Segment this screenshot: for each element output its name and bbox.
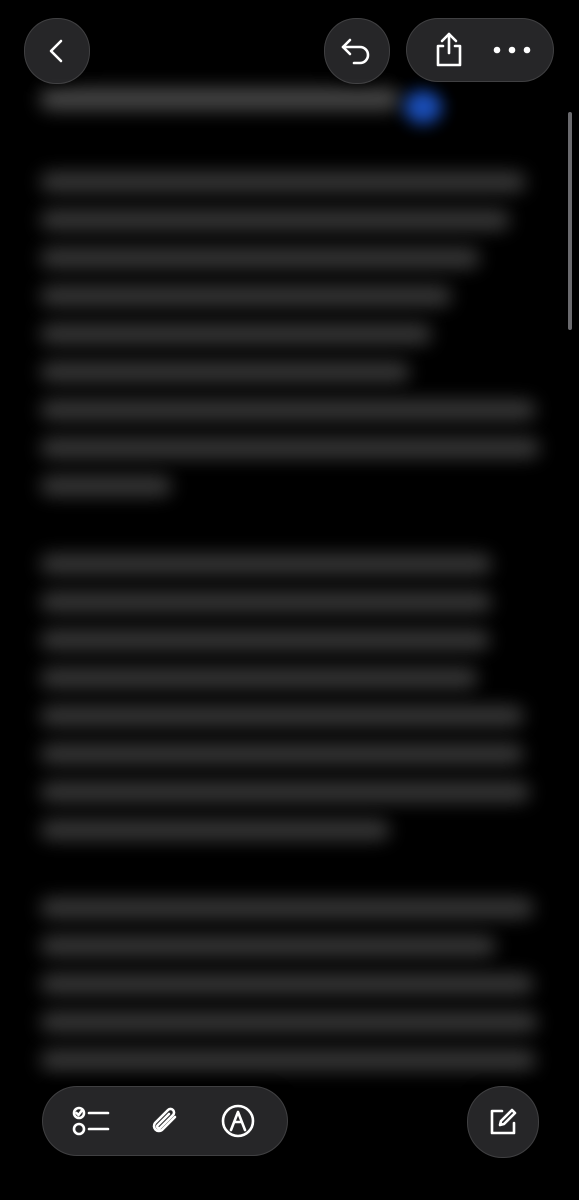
note-line-blurred <box>40 782 530 802</box>
markup-button[interactable] <box>214 1097 262 1145</box>
note-line-blurred <box>40 362 410 382</box>
note-body[interactable] <box>40 88 540 1088</box>
ellipsis-icon <box>492 45 532 55</box>
back-button[interactable] <box>24 18 90 84</box>
pen-tip-icon <box>220 1103 256 1139</box>
note-line-blurred <box>40 172 526 192</box>
scrollbar[interactable] <box>568 112 572 330</box>
note-line-blurred <box>40 286 452 306</box>
note-line-blurred <box>40 400 536 420</box>
note-line-blurred <box>40 438 540 458</box>
note-line-blurred <box>40 592 492 612</box>
note-line-blurred <box>40 706 524 726</box>
attachment-button[interactable] <box>141 1097 189 1145</box>
note-line-blurred <box>40 898 534 918</box>
blue-heart-emoji <box>404 90 442 124</box>
more-button[interactable] <box>488 26 536 74</box>
note-line-blurred <box>40 1050 536 1070</box>
note-line-blurred <box>40 554 492 574</box>
note-line-blurred <box>40 936 496 956</box>
compose-icon <box>486 1105 520 1139</box>
note-line-blurred <box>40 210 510 230</box>
note-line-blurred <box>40 476 172 496</box>
note-line-blurred <box>40 974 534 994</box>
note-line-blurred <box>40 744 524 764</box>
compose-button[interactable] <box>467 1086 539 1158</box>
chevron-left-icon <box>43 37 71 65</box>
top-actions-group <box>406 18 554 82</box>
note-line-blurred <box>40 324 432 344</box>
share-icon <box>432 31 466 69</box>
note-title-blurred <box>40 88 400 110</box>
bottom-tools-group <box>42 1086 288 1156</box>
undo-icon <box>340 36 374 66</box>
checklist-icon <box>72 1104 112 1138</box>
checklist-button[interactable] <box>68 1097 116 1145</box>
note-line-blurred <box>40 248 480 268</box>
note-line-blurred <box>40 668 478 688</box>
note-line-blurred <box>40 1012 538 1032</box>
paperclip-icon <box>148 1102 182 1140</box>
note-line-blurred <box>40 820 390 840</box>
note-line-blurred <box>40 630 490 650</box>
undo-button[interactable] <box>324 18 390 84</box>
share-button[interactable] <box>425 26 473 74</box>
